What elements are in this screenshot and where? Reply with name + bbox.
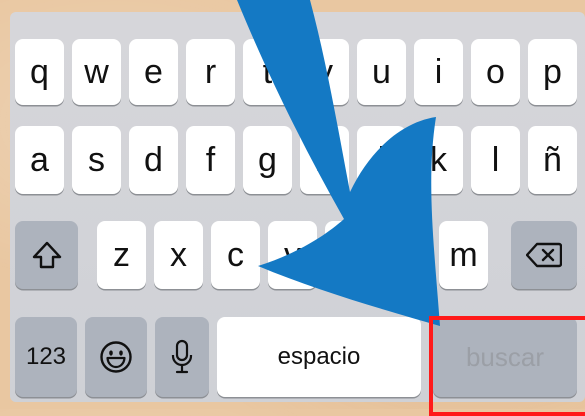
key-w[interactable]: w <box>72 39 121 105</box>
key-r[interactable]: r <box>186 39 235 105</box>
key-g[interactable]: g <box>243 126 292 194</box>
key-q[interactable]: q <box>15 39 64 105</box>
key-z[interactable]: z <box>97 221 146 289</box>
space-key[interactable]: espacio <box>217 317 421 397</box>
key-d[interactable]: d <box>129 126 178 194</box>
microphone-icon <box>171 339 193 374</box>
emoji-icon <box>100 341 132 373</box>
key-y[interactable]: y <box>300 39 349 105</box>
key-o[interactable]: o <box>471 39 520 105</box>
dictation-key[interactable] <box>155 317 209 397</box>
key-t[interactable]: t <box>243 39 292 105</box>
key-c[interactable]: c <box>211 221 260 289</box>
backspace-icon <box>526 242 562 268</box>
key-l[interactable]: l <box>471 126 520 194</box>
numbers-key[interactable]: 123 <box>15 317 77 397</box>
key-b[interactable]: b <box>325 221 374 289</box>
key-e[interactable]: e <box>129 39 178 105</box>
shift-icon <box>32 241 61 269</box>
key-f[interactable]: f <box>186 126 235 194</box>
emoji-key[interactable] <box>85 317 147 397</box>
key-enye[interactable]: ñ <box>528 126 577 194</box>
key-n[interactable]: n <box>382 221 431 289</box>
highlight-box <box>429 316 585 416</box>
key-j[interactable]: j <box>357 126 406 194</box>
key-k[interactable]: k <box>414 126 463 194</box>
key-i[interactable]: i <box>414 39 463 105</box>
key-s[interactable]: s <box>72 126 121 194</box>
key-h[interactable]: h <box>300 126 349 194</box>
backspace-key[interactable] <box>511 221 577 289</box>
key-x[interactable]: x <box>154 221 203 289</box>
shift-key[interactable] <box>15 221 78 289</box>
key-u[interactable]: u <box>357 39 406 105</box>
key-p[interactable]: p <box>528 39 577 105</box>
key-a[interactable]: a <box>15 126 64 194</box>
key-v[interactable]: v <box>268 221 317 289</box>
key-m[interactable]: m <box>439 221 488 289</box>
